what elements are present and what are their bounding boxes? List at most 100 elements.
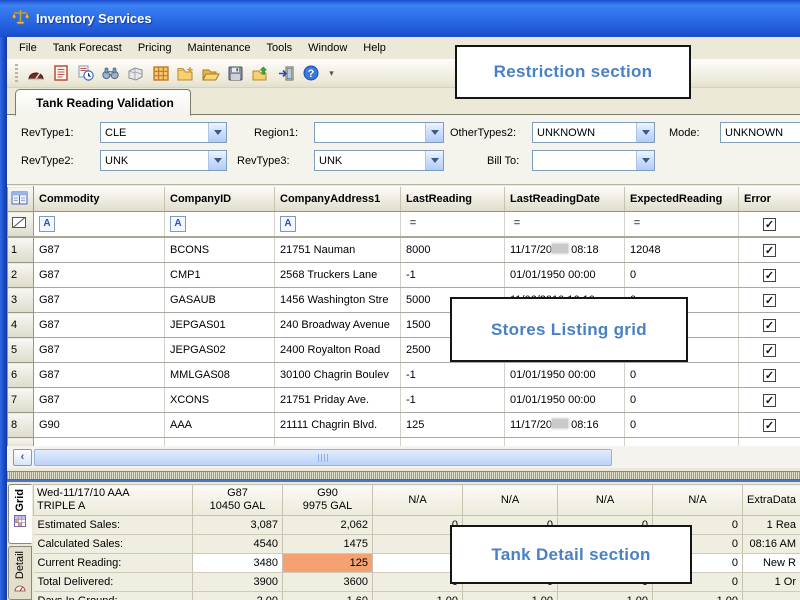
row-number[interactable]: 2 [8, 263, 34, 288]
chevron-down-icon[interactable] [636, 151, 654, 170]
col-header-companyid[interactable]: CompanyID [165, 187, 275, 212]
tab-tank-reading-validation[interactable]: Tank Reading Validation [15, 89, 191, 116]
row-number[interactable]: 5 [8, 338, 34, 363]
menu-tank-forecast[interactable]: Tank Forecast [45, 39, 130, 57]
chevron-down-icon[interactable] [208, 151, 226, 170]
cell-commodity[interactable]: G87 [34, 288, 165, 313]
cell-error[interactable]: ✓ [739, 363, 800, 388]
row-number[interactable]: 1 [8, 237, 34, 263]
scroll-left-button[interactable]: ‹ [13, 449, 32, 466]
horizontal-scrollbar[interactable]: ‹ [7, 446, 800, 468]
cell-error[interactable]: ✓ [739, 313, 800, 338]
binoculars-icon[interactable] [98, 62, 123, 85]
col-header-lastreading[interactable]: LastReading [401, 187, 505, 212]
checkbox-checked[interactable]: ✓ [763, 344, 776, 357]
cell-error[interactable]: ✓ [739, 413, 800, 438]
menu-file[interactable]: File [11, 39, 45, 57]
chevron-down-icon[interactable] [208, 123, 226, 142]
cell-companyid[interactable]: MMLGAS08 [165, 363, 275, 388]
checkbox-checked[interactable]: ✓ [763, 244, 776, 257]
chevron-down-icon[interactable] [425, 123, 443, 142]
splitter-handle[interactable] [7, 471, 800, 480]
cell-lastreadingdate[interactable]: 11/17/20 08:16 [505, 413, 625, 438]
cell-expectedreading[interactable]: 12048 [625, 237, 739, 263]
cell-lastreadingdate[interactable]: 01/01/1950 00:00 [505, 263, 625, 288]
col-header-expectedreading[interactable]: ExpectedReading [625, 187, 739, 212]
cell-commodity[interactable]: G87 [34, 338, 165, 363]
cell-companyaddress1[interactable]: 2400 Royalton Road [275, 338, 401, 363]
revtype2-combo[interactable]: UNK [100, 150, 227, 171]
cell-companyaddress1[interactable]: 2568 Truckers Lane [275, 263, 401, 288]
scrollbar-thumb[interactable] [34, 449, 612, 466]
cell-companyaddress1[interactable]: 21751 Nauman [275, 237, 401, 263]
toolbar-grip-handle[interactable] [15, 64, 18, 83]
cell-companyid[interactable]: JEPGAS01 [165, 313, 275, 338]
row-number[interactable]: 7 [8, 388, 34, 413]
menu-help[interactable]: Help [355, 39, 394, 57]
cell-companyid[interactable]: AAA [165, 413, 275, 438]
menu-pricing[interactable]: Pricing [130, 39, 180, 57]
cell-companyaddress1[interactable]: 1456 Washington Stre [275, 288, 401, 313]
cell-companyaddress1[interactable]: 21751 Priday Ave. [275, 388, 401, 413]
cell-error[interactable]: ✓ [739, 263, 800, 288]
cell-lastreadingdate[interactable]: 01/01/1950 00:00 [505, 363, 625, 388]
cell-lastreading[interactable]: 125 [401, 413, 505, 438]
filter-cell-expectedreading[interactable]: = [625, 212, 739, 238]
text-filter-icon[interactable]: A [280, 216, 296, 232]
equals-filter-icon[interactable]: = [630, 217, 644, 231]
report-icon[interactable] [48, 62, 73, 85]
text-filter-icon[interactable]: A [39, 216, 55, 232]
filter-cell-commodity[interactable]: A [34, 212, 165, 238]
row-selector-header[interactable] [8, 187, 34, 212]
gauge-icon[interactable] [23, 62, 48, 85]
cell-lastreadingdate[interactable]: 01/01/1950 00:00 [505, 388, 625, 413]
table-icon[interactable] [148, 62, 173, 85]
mode-input[interactable]: UNKNOWN [720, 122, 800, 143]
printer-icon[interactable] [123, 62, 148, 85]
cell-lastreading[interactable]: -1 [401, 363, 505, 388]
tab-grid[interactable]: Grid [8, 484, 32, 544]
menu-window[interactable]: Window [300, 39, 355, 57]
new-folder-icon[interactable] [173, 62, 198, 85]
exit-icon[interactable] [273, 62, 298, 85]
revtype3-combo[interactable]: UNK [314, 150, 444, 171]
cell-companyaddress1[interactable]: 21111 Chagrin Blvd. [275, 413, 401, 438]
cell-companyid[interactable]: JEPGAS02 [165, 338, 275, 363]
othertypes2-combo[interactable]: UNKNOWN [532, 122, 655, 143]
cell-lastreading[interactable]: -1 [401, 263, 505, 288]
bill-to-combo[interactable] [532, 150, 655, 171]
cell-error[interactable]: ✓ [739, 338, 800, 363]
cell-expectedreading[interactable]: 0 [625, 363, 739, 388]
checkbox-checked[interactable]: ✓ [763, 394, 776, 407]
cell-lastreadingdate[interactable]: 11/17/20 08:18 [505, 237, 625, 263]
tab-detail[interactable]: Detail [8, 546, 32, 600]
row-number[interactable]: 8 [8, 413, 34, 438]
cell-expectedreading[interactable]: 0 [625, 263, 739, 288]
filter-cell-error[interactable]: ✓ [739, 212, 800, 238]
checkbox-checked[interactable]: ✓ [763, 294, 776, 307]
cell-expectedreading[interactable]: 0 [625, 413, 739, 438]
cell-commodity[interactable]: G87 [34, 313, 165, 338]
help-icon[interactable]: ? [298, 62, 323, 85]
checkbox-checked[interactable]: ✓ [763, 269, 776, 282]
cell-error[interactable]: ✓ [739, 388, 800, 413]
toolbar-overflow-chevron-down[interactable]: ▾ [325, 62, 338, 85]
cell-companyaddress1[interactable]: 30100 Chagrin Boulev [275, 363, 401, 388]
cell-error[interactable]: ✓ [739, 288, 800, 313]
cell-companyaddress1[interactable]: 240 Broadway Avenue [275, 313, 401, 338]
filter-cell-companyaddress1[interactable]: A [275, 212, 401, 238]
cell-commodity[interactable]: G87 [34, 237, 165, 263]
filter-cell-lastreadingdate[interactable]: = [505, 212, 625, 238]
text-filter-icon[interactable]: A [170, 216, 186, 232]
cell-companyid[interactable]: GASAUB [165, 288, 275, 313]
row-number[interactable]: 3 [8, 288, 34, 313]
checkbox-checked[interactable]: ✓ [763, 319, 776, 332]
col-header-commodity[interactable]: Commodity [34, 187, 165, 212]
menu-maintenance[interactable]: Maintenance [179, 39, 258, 57]
col-header-error[interactable]: Error [739, 187, 800, 212]
export-icon[interactable] [248, 62, 273, 85]
cell-lastreading[interactable]: 8000 [401, 237, 505, 263]
revtype1-combo[interactable]: CLE [100, 122, 227, 143]
equals-filter-icon[interactable]: = [510, 217, 524, 231]
open-folder-icon[interactable] [198, 62, 223, 85]
